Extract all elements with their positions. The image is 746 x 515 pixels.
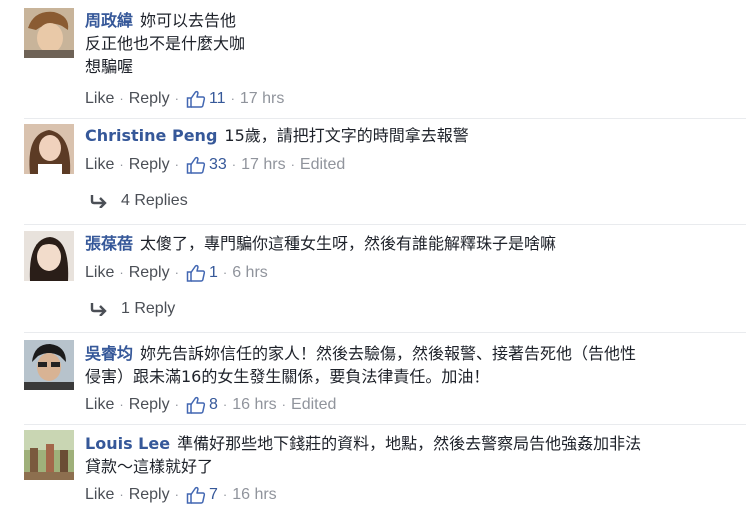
like-count[interactable]: 1 — [209, 262, 218, 284]
edited-label[interactable]: Edited — [291, 394, 336, 416]
timestamp[interactable]: 6 hrs — [232, 262, 268, 284]
comment-text: 侵害）跟未滿16的女生發生關係，要負法律責任。加油！ — [85, 367, 490, 386]
author-name[interactable]: 周政緯 — [85, 11, 133, 30]
reply-link[interactable]: Reply — [129, 484, 170, 506]
reply-arrow-icon — [90, 194, 108, 208]
view-replies-link[interactable]: 1 Reply — [90, 298, 175, 320]
divider — [24, 118, 746, 119]
comment-text: 15歲，請把打文字的時間拿去報警 — [224, 126, 469, 145]
thumbs-up-icon[interactable] — [186, 264, 206, 282]
like-link[interactable]: Like — [85, 154, 114, 176]
thumbs-up-icon[interactable] — [186, 156, 206, 174]
comment-text: 太傻了，專門騙你這種女生呀，然後有誰能解釋珠子是啥嘛 — [140, 234, 557, 253]
author-name[interactable]: 張葆蓓 — [85, 234, 133, 253]
thumbs-up-icon[interactable] — [186, 486, 206, 504]
replies-count[interactable]: 1 Reply — [121, 298, 175, 320]
divider — [24, 224, 746, 225]
reply-arrow-icon — [90, 302, 108, 316]
like-link[interactable]: Like — [85, 262, 114, 284]
avatar[interactable] — [24, 124, 74, 174]
edited-label[interactable]: Edited — [300, 154, 345, 176]
divider — [24, 424, 746, 425]
avatar[interactable] — [24, 340, 74, 390]
timestamp[interactable]: 16 hrs — [232, 484, 276, 506]
comment-text: 想騙喔 — [85, 57, 134, 76]
reply-link[interactable]: Reply — [129, 394, 170, 416]
like-count[interactable]: 33 — [209, 154, 227, 176]
avatar[interactable] — [24, 231, 74, 281]
thumbs-up-icon[interactable] — [186, 396, 206, 414]
author-name[interactable]: Louis Lee — [85, 434, 170, 453]
like-count[interactable]: 11 — [209, 88, 226, 110]
author-name[interactable]: Christine Peng — [85, 126, 217, 145]
reply-link[interactable]: Reply — [129, 88, 170, 110]
comment-text: 妳可以去告他 — [140, 11, 237, 30]
like-link[interactable]: Like — [85, 484, 114, 506]
like-count[interactable]: 8 — [209, 394, 218, 416]
timestamp[interactable]: 16 hrs — [232, 394, 276, 416]
like-link[interactable]: Like — [85, 394, 114, 416]
comment-text: 準備好那些地下錢莊的資料，地點，然後去警察局告他強姦加非法 — [177, 434, 642, 453]
avatar[interactable] — [24, 430, 74, 480]
view-replies-link[interactable]: 4 Replies — [90, 190, 188, 212]
comment-text: 貸款～這樣就好了 — [85, 457, 214, 476]
reply-link[interactable]: Reply — [129, 262, 170, 284]
like-link[interactable]: Like — [85, 88, 114, 110]
comment-text: 反正他也不是什麼大咖 — [85, 34, 246, 53]
thumbs-up-icon[interactable] — [186, 90, 206, 108]
reply-link[interactable]: Reply — [129, 154, 170, 176]
timestamp[interactable]: 17 hrs — [241, 154, 285, 176]
like-count[interactable]: 7 — [209, 484, 218, 506]
timestamp[interactable]: 17 hrs — [240, 88, 284, 110]
author-name[interactable]: 吳睿均 — [85, 344, 133, 363]
avatar[interactable] — [24, 8, 74, 58]
divider — [24, 332, 746, 333]
comment-text: 妳先告訴妳信任的家人！然後去驗傷，然後報警、接著告死他（告他性 — [140, 344, 637, 363]
replies-count[interactable]: 4 Replies — [121, 190, 188, 212]
